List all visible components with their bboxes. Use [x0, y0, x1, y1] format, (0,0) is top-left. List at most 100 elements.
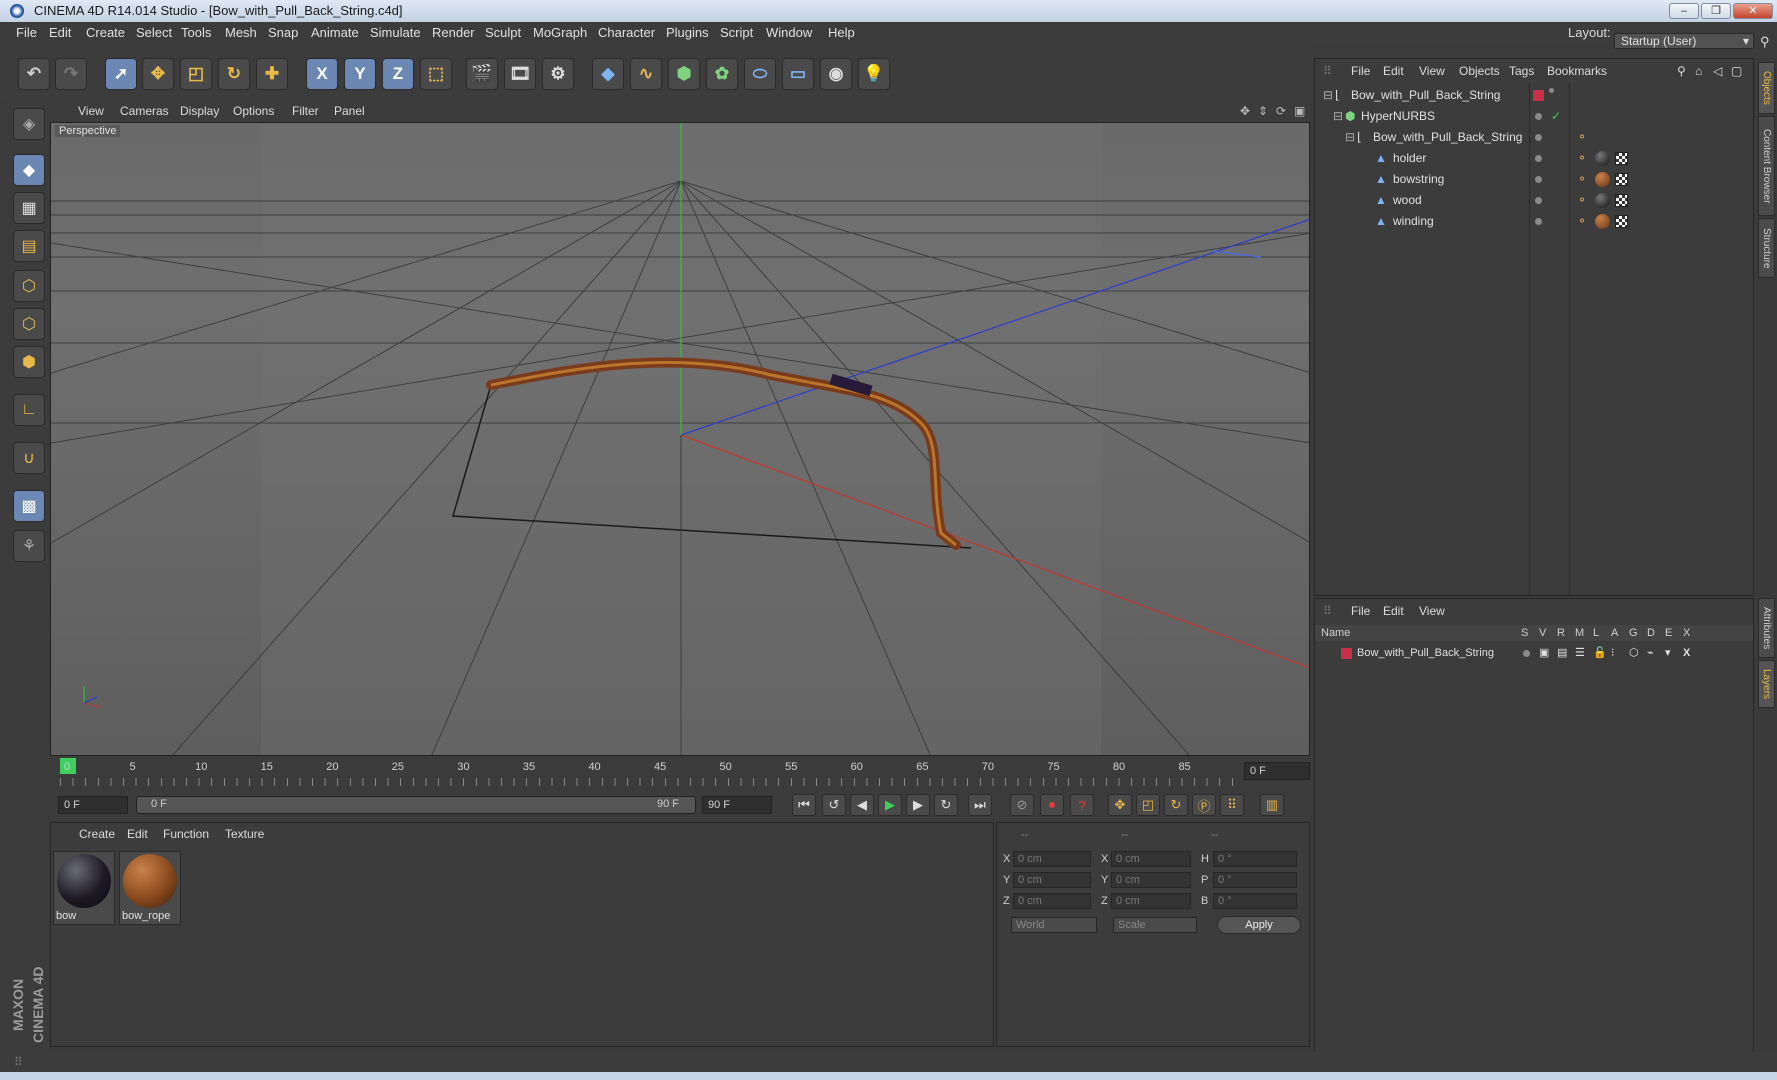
visibility-dot[interactable] [1535, 218, 1542, 225]
object-row-bow-group[interactable]: ⊟ ⌊ Bow_with_Pull_Back_String ⚬ [1315, 127, 1753, 148]
layout-dropdown[interactable]: Startup (User) ▾ [1614, 33, 1754, 49]
phong-tag-icon[interactable]: ⚬ [1577, 190, 1587, 211]
texture-mode-icon[interactable]: ▦ [13, 192, 45, 224]
model-mode-icon[interactable]: ◆ [13, 154, 45, 186]
layers-menu-file[interactable]: File [1351, 599, 1370, 623]
layer-manager-icon[interactable]: ☰ [1575, 643, 1585, 664]
material-tag-bow[interactable] [1595, 151, 1610, 166]
make-editable-icon[interactable]: ◈ [13, 108, 45, 140]
autokey-icon[interactable]: ⏺ [1040, 794, 1064, 816]
material-swatch-bow-rope[interactable]: bow_rope [119, 851, 181, 925]
close-button[interactable]: ✕ [1733, 3, 1773, 19]
menu-select[interactable]: Select [136, 22, 172, 44]
key-position-icon[interactable]: ✥ [1108, 794, 1132, 816]
material-menu-texture[interactable]: Texture [225, 823, 264, 845]
layers-menu-edit[interactable]: Edit [1383, 599, 1404, 623]
menu-plugins[interactable]: Plugins [666, 22, 709, 44]
nurbs-icon[interactable]: ⬢ [668, 58, 700, 90]
key-rotation-icon[interactable]: ↻ [1164, 794, 1188, 816]
previous-frame-icon[interactable]: ◀ [850, 794, 874, 816]
menu-mograph[interactable]: MoGraph [533, 22, 587, 44]
collapse-icon[interactable]: ⊟ [1333, 106, 1343, 127]
recent-tool-icon[interactable]: ✚ [256, 58, 288, 90]
viewport-menu-filter[interactable]: Filter [292, 100, 319, 122]
current-frame-field[interactable]: 0 F [1244, 762, 1310, 780]
menu-character[interactable]: Character [598, 22, 655, 44]
apply-button[interactable]: Apply [1217, 916, 1301, 934]
menu-mesh[interactable]: Mesh [225, 22, 257, 44]
collapse-icon[interactable]: ⊟ [1323, 85, 1333, 106]
size-x-field[interactable]: 0 cm [1111, 851, 1191, 867]
restore-button[interactable]: ❐ [1701, 3, 1731, 19]
layer-solo-dot[interactable] [1523, 650, 1530, 657]
render-settings-icon[interactable]: ⚙ [542, 58, 574, 90]
visibility-dot[interactable] [1535, 155, 1542, 162]
uvw-tag-icon[interactable] [1615, 152, 1628, 165]
menu-sculpt[interactable]: Sculpt [485, 22, 521, 44]
uvw-tag-icon[interactable] [1615, 215, 1628, 228]
end-frame-field[interactable]: 90 F [702, 796, 772, 814]
previous-key-icon[interactable]: ↺ [822, 794, 846, 816]
viewport-menu-display[interactable]: Display [180, 100, 219, 122]
layer-lock-icon[interactable]: 🔓 [1593, 643, 1607, 664]
menu-render[interactable]: Render [432, 22, 475, 44]
render-picture-viewer-icon[interactable]: 🎞 [504, 58, 536, 90]
viewport-move-icon[interactable]: ✥ [1240, 100, 1250, 122]
key-parameter-icon[interactable]: Ⓟ [1192, 794, 1216, 816]
uvw-tag-icon[interactable] [1615, 173, 1628, 186]
minimize-button[interactable]: – [1669, 3, 1699, 19]
camera-icon[interactable]: ◉ [820, 58, 852, 90]
timeline-window-icon[interactable]: ▥ [1260, 794, 1284, 816]
menu-create[interactable]: Create [86, 22, 125, 44]
visibility-dot[interactable] [1535, 197, 1542, 204]
workplane-lock-icon[interactable]: ▩ [13, 490, 45, 522]
viewport-menu-cameras[interactable]: Cameras [120, 100, 169, 122]
layer-render-icon[interactable]: ▤ [1557, 643, 1567, 664]
next-frame-icon[interactable]: ▶ [906, 794, 930, 816]
material-menu-create[interactable]: Create [79, 823, 115, 845]
rot-b-field[interactable]: 0 ° [1213, 893, 1297, 909]
search-icon[interactable]: ⚲ [1760, 34, 1770, 50]
new-window-icon[interactable]: ▢ [1731, 59, 1742, 83]
tab-layers[interactable]: Layers [1758, 660, 1775, 708]
object-row-root[interactable]: ⊟ ⌊ Bow_with_Pull_Back_String [1315, 85, 1753, 106]
menu-script[interactable]: Script [720, 22, 753, 44]
visibility-dot[interactable] [1535, 113, 1542, 120]
tab-content-browser[interactable]: Content Browser [1758, 116, 1775, 216]
pos-x-field[interactable]: 0 cm [1013, 851, 1091, 867]
live-selection-icon[interactable]: ➚ [105, 58, 137, 90]
size-z-field[interactable]: 0 cm [1111, 893, 1191, 909]
search-icon[interactable]: ⚲ [1677, 59, 1686, 83]
scale-icon[interactable]: ◰ [180, 58, 212, 90]
lock-z-axis-button[interactable]: Z [382, 58, 414, 90]
pos-y-field[interactable]: 0 cm [1013, 872, 1091, 888]
light-icon[interactable]: 💡 [858, 58, 890, 90]
perspective-viewport[interactable]: Perspective [50, 122, 1310, 756]
visibility-dot[interactable] [1535, 176, 1542, 183]
axis-mode-icon[interactable]: ∟ [13, 394, 45, 426]
phong-tag-icon[interactable]: ⚬ [1577, 169, 1587, 190]
rotate-icon[interactable]: ↻ [218, 58, 250, 90]
record-keys-icon[interactable]: ⊘ [1010, 794, 1034, 816]
objects-menu-view[interactable]: View [1419, 59, 1445, 83]
layer-generator-icon[interactable]: ⬡ [1629, 643, 1639, 664]
rot-h-field[interactable]: 0 ° [1213, 851, 1297, 867]
material-tag-bow[interactable] [1595, 193, 1610, 208]
play-icon[interactable]: ▶ [878, 794, 902, 816]
keyframe-selection-icon[interactable]: ? [1070, 794, 1094, 816]
phong-tag-icon[interactable]: ⚬ [1577, 211, 1587, 232]
object-row-winding[interactable]: ▲ winding ⚬ [1315, 211, 1753, 232]
visibility-dot[interactable] [1549, 88, 1554, 93]
layer-animation-icon[interactable]: ⁝ [1611, 643, 1615, 664]
viewport-menu-options[interactable]: Options [233, 100, 274, 122]
viewport-zoom-icon[interactable]: ⇕ [1258, 100, 1268, 122]
viewport-maximize-icon[interactable]: ▣ [1294, 100, 1305, 122]
next-key-icon[interactable]: ↻ [934, 794, 958, 816]
viewport-rotate-icon[interactable]: ⟳ [1276, 100, 1286, 122]
layer-deformer-icon[interactable]: ⌁ [1647, 643, 1654, 664]
points-mode-icon[interactable]: ⬡ [13, 270, 45, 302]
undo-icon[interactable]: ↶ [18, 58, 50, 90]
go-to-end-icon[interactable]: ⏭ [968, 794, 992, 816]
enabled-check-icon[interactable]: ✓ [1551, 106, 1561, 127]
layer-expression-icon[interactable]: ▾ [1665, 643, 1671, 664]
